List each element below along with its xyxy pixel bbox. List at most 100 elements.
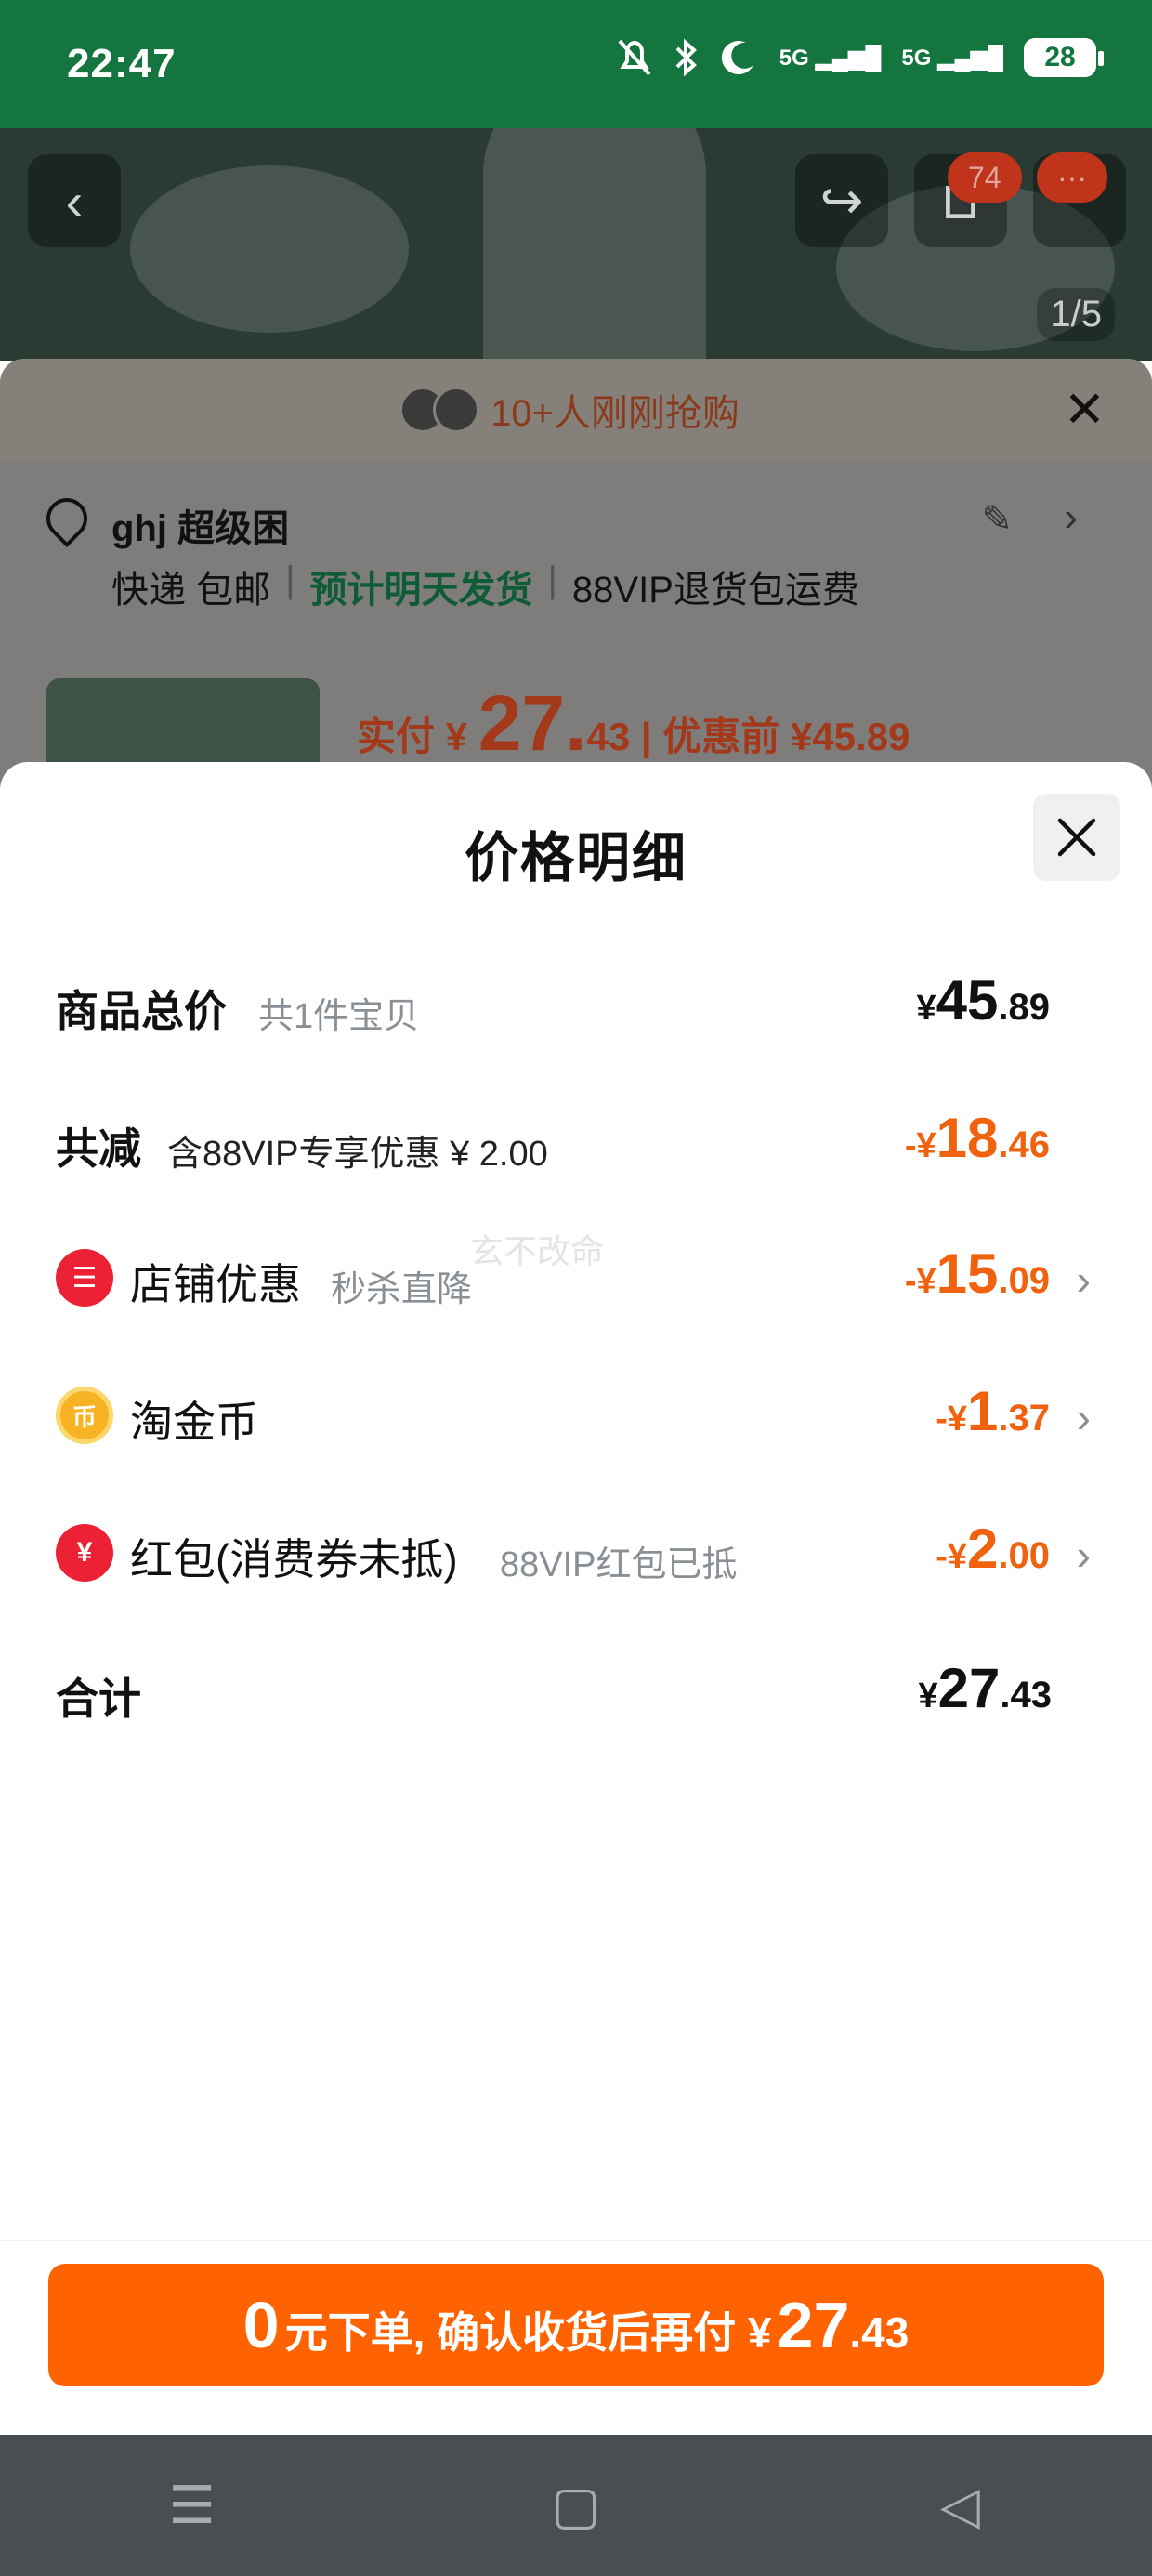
bottom-action-bar: 0 元下单, 确认收货后再付 ¥ 27 .43 (0, 2240, 1152, 2435)
buyer-avatars (399, 387, 480, 433)
close-icon (1057, 818, 1096, 857)
status-time: 22:47 (67, 41, 177, 86)
total-discount-amount: -¥18.46 (905, 1106, 1050, 1170)
chevron-right-icon: › (1076, 1531, 1091, 1579)
shop-icon: ☰ (56, 1249, 113, 1307)
price-prefix: 实付 ¥ (357, 715, 468, 758)
divider: | (640, 715, 663, 758)
amount-int: 1 (967, 1380, 999, 1442)
delivery-text: 快递 包邮 (111, 570, 271, 611)
grand-total-label: 合计 (56, 1675, 141, 1723)
amount-int: 15 (936, 1242, 999, 1305)
delivery-info: 快递 包邮 | 预计明天发货 | 88VIP退货包运费 (111, 559, 859, 613)
sheet-title: 价格明细 (464, 828, 687, 888)
grand-total-amount: ¥27.43 (919, 1656, 1053, 1720)
taojinbi-label: 淘金币 (130, 1398, 258, 1446)
status-icons: 5G ▂▄▆█ 5G ▂▄▆█ 28 (616, 37, 1104, 78)
back-arrow-icon: ‹ (65, 171, 84, 230)
goods-total-amount: ¥45.89 (917, 968, 1051, 1032)
amount-dec: .43 (1000, 1675, 1052, 1715)
strip-close-icon[interactable]: ✕ (1064, 385, 1106, 435)
chevron-right-icon: › (1064, 494, 1078, 540)
back-nav-icon[interactable]: ◁ (904, 2475, 1015, 2536)
share-button[interactable]: ↪ (795, 154, 888, 247)
recent-buyers-text: 10+人刚刚抢购 (491, 393, 740, 434)
back-button[interactable]: ‹ (28, 154, 121, 247)
signal-2-label: 5G (901, 45, 932, 71)
signal-1: 5G ▂▄▆█ (779, 45, 882, 71)
pay-int: 27 (777, 2289, 850, 2361)
price-detail-sheet: 价格明细 商品总价 共1件宝贝 ¥45.89 共减 含88VIP专享优惠 ¥ 2… (0, 762, 1152, 2435)
avatar (433, 387, 480, 433)
goods-total-label: 商品总价 (56, 987, 227, 1035)
close-button[interactable] (1033, 794, 1120, 881)
amount-dec: .46 (998, 1124, 1050, 1165)
red-packet-note: 88VIP红包已抵 (500, 1545, 738, 1584)
shop-discount-amount: -¥15.09 (905, 1242, 1050, 1306)
edit-icon[interactable]: ✎ (981, 498, 1013, 541)
signal-1-label: 5G (779, 45, 809, 71)
system-nav-bar: ☰ ▢ ◁ (0, 2435, 1152, 2576)
divider: | (547, 559, 557, 600)
product-price-row: 实付 ¥ 27.43 | 优惠前 ¥45.89 (46, 678, 1106, 790)
taojinbi-amount: -¥1.37 (936, 1379, 1050, 1443)
pay-later-button[interactable]: 0 元下单, 确认收货后再付 ¥ 27 .43 (48, 2264, 1104, 2386)
amount-dec: .09 (998, 1260, 1050, 1301)
cart-badge: 74 (948, 152, 1022, 203)
bluetooth-icon (675, 38, 697, 77)
amount-yen: -¥ (936, 1400, 968, 1439)
coin-icon: 币 (56, 1387, 113, 1444)
bottle-image (483, 128, 706, 361)
moon-icon (721, 41, 753, 75)
amount-yen: -¥ (936, 1537, 968, 1576)
red-packet-icon: ¥ (56, 1524, 113, 1582)
price-int: 27. (478, 679, 587, 767)
battery-icon: 28 (1024, 38, 1104, 77)
amount-int: 45 (936, 969, 999, 1032)
pay-zero: 0 (242, 2289, 280, 2361)
amount-yen: -¥ (904, 1262, 936, 1301)
goods-count-note: 共1件宝贝 (258, 997, 420, 1036)
mute-bell-icon (618, 39, 651, 76)
home-nav-icon[interactable]: ▢ (520, 2475, 632, 2536)
amount-yen: ¥ (918, 1676, 938, 1715)
divider: | (285, 559, 295, 600)
shop-discount-label: 店铺优惠 (130, 1260, 301, 1308)
ship-estimate: 预计明天发货 (309, 570, 533, 611)
amount-dec: .00 (998, 1535, 1050, 1576)
signal-2: 5G ▂▄▆█ (901, 45, 1003, 71)
shop-discount-note: 秒杀直降 (331, 1270, 473, 1309)
recent-buyers-strip: 10+人刚刚抢购 ✕ (0, 359, 1152, 461)
more-badge: ··· (1037, 152, 1107, 203)
red-packet-amount: -¥2.00 (936, 1517, 1050, 1581)
row-taojinbi[interactable]: 币 淘金币 -¥1.37 › (56, 1379, 1091, 1453)
amount-int: 27 (937, 1657, 1001, 1719)
price-summary: 实付 ¥ 27.43 | 优惠前 ¥45.89 (357, 678, 910, 769)
pay-dec: .43 (849, 2308, 910, 2357)
share-icon: ↪ (819, 171, 864, 230)
location-pin-icon (37, 489, 97, 548)
row-total-discount: 共减 含88VIP专享优惠 ¥ 2.00 -¥18.46 (56, 1106, 1087, 1180)
milk-splash (130, 165, 409, 333)
status-bar: 22:47 5G ▂▄▆█ 5G ▂▄▆█ 28 (0, 0, 1152, 128)
red-packet-label: 红包(消费券未抵) (130, 1535, 458, 1584)
amount-dec: .89 (998, 987, 1050, 1028)
image-pager: 1/5 (1037, 288, 1115, 341)
product-image: ‹ ↪ ⊔ 74 ··· 1/5 (0, 128, 1152, 361)
amount-yen: ¥ (916, 989, 936, 1028)
amount-int: 2 (967, 1518, 999, 1580)
amount-int: 18 (936, 1107, 999, 1169)
amount-dec: .37 (998, 1398, 1050, 1439)
watermark: 玄不改命 (470, 1232, 605, 1270)
chevron-right-icon: › (1076, 1255, 1091, 1304)
return-text: 88VIP退货包运费 (571, 570, 859, 611)
price-before: 优惠前 ¥45.89 (662, 715, 910, 758)
row-goods-total: 商品总价 共1件宝贝 ¥45.89 (56, 968, 1087, 1043)
amount-yen: -¥ (904, 1126, 936, 1165)
row-red-packet[interactable]: ¥ 红包(消费券未抵) 88VIP红包已抵 -¥2.00 › (56, 1517, 1091, 1591)
row-grand-total: 合计 ¥27.43 (56, 1656, 1087, 1730)
address-name: ghj 超级困 (111, 508, 290, 549)
price-dec: 43 (586, 715, 631, 758)
menu-nav-icon[interactable]: ☰ (137, 2475, 248, 2536)
chevron-right-icon: › (1076, 1393, 1091, 1441)
